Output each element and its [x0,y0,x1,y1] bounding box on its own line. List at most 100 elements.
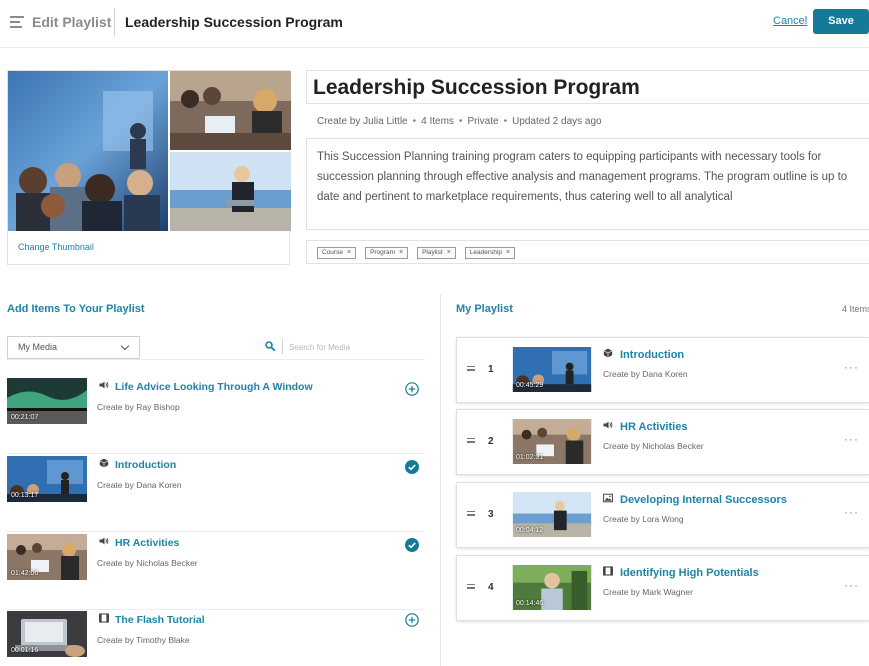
playlist-item-author: Create by Nicholas Becker [603,441,704,451]
media-duration: 01:02:31 [516,454,544,461]
edit-playlist-label: Edit Playlist [32,14,112,30]
list-item[interactable]: 00:01:16 The Flash Tutorial Create by Ti… [7,611,425,666]
tag-chip: Playlist × [417,247,456,259]
media-thumbnail: 00:14:46 [512,565,592,610]
remove-tag-icon[interactable]: × [347,248,351,258]
more-options-icon[interactable]: ··· [844,505,859,519]
playlist-item[interactable]: 1 00:45:29 Introduction Create by Dana K… [456,337,869,403]
media-title-text: Introduction [115,458,177,471]
media-source-select[interactable]: My Media [7,336,140,359]
film-icon [99,613,109,626]
tags-list: Course × Program × Playlist × Leadership × [317,247,516,259]
tag-chip: Leadership × [464,247,516,259]
tag-chip: Course × [317,247,357,259]
media-duration: 00:21:07 [11,414,39,421]
add-circle-icon[interactable] [405,613,419,627]
media-thumbnail: 00:04:12 [512,492,592,537]
column-divider [440,294,441,666]
media-duration: 00:14:46 [516,600,544,607]
tag-label: Program [370,249,395,256]
media-author: Create by Dana Koren [97,480,182,490]
meta-dot: • [503,116,508,127]
remove-tag-icon[interactable]: × [399,248,403,258]
playlist-title: Leadership Succession Program [313,76,640,99]
media-title-text: The Flash Tutorial [115,613,205,626]
search-icon[interactable] [265,341,275,351]
playlist-title-field[interactable]: Leadership Succession Program [306,70,869,104]
media-title-text: HR Activities [115,536,180,549]
playlist-item[interactable]: 2 01:02:31 HR Activities Create by Nicho… [456,409,869,475]
media-author: Create by Timothy Blake [97,635,190,645]
media-source-value: My Media [18,342,58,352]
drag-handle-icon[interactable] [467,511,475,517]
drag-handle-icon[interactable] [467,584,475,590]
header-title: Leadership Succession Program [125,14,343,30]
audio-icon [603,420,613,433]
remove-tag-icon[interactable]: × [506,248,510,258]
media-title[interactable]: Life Advice Looking Through A Window [99,380,313,393]
menu-icon[interactable] [10,16,24,28]
meta-dot: • [412,116,417,127]
more-options-icon[interactable]: ··· [844,360,859,374]
more-options-icon[interactable]: ··· [844,432,859,446]
tag-label: Course [322,249,343,256]
meta-items: 4 Items [421,116,454,127]
playlist-item[interactable]: 3 00:04:12 Developing Internal Successor… [456,482,869,548]
media-thumbnail: 01:42:06 [7,534,87,580]
playlist-item-title[interactable]: HR Activities [603,420,687,433]
media-title[interactable]: HR Activities [99,536,179,549]
playlist-item-count: 4 Items [842,304,869,314]
audio-icon [99,536,109,549]
search-underline [7,359,425,360]
playlist-item-title[interactable]: Introduction [603,348,684,361]
tags-field[interactable]: Course × Program × Playlist × Leadership × [306,240,869,264]
search-input[interactable] [289,339,425,355]
media-title[interactable]: The Flash Tutorial [99,613,205,626]
meta-visibility: Private [467,116,499,127]
drag-handle-icon[interactable] [467,438,475,444]
media-thumbnail: 00:01:16 [7,611,87,657]
more-options-icon[interactable]: ··· [844,578,859,592]
playlist-item-author: Create by Dana Koren [603,369,688,379]
playlist-item-author: Create by Mark Wagner [603,587,693,597]
playlist-item-title-text: Introduction [620,348,685,361]
drag-handle-icon[interactable] [467,366,475,372]
chevron-down-icon [120,341,130,351]
audio-icon [99,380,109,393]
playlist-item-title[interactable]: Identifying High Potentials [603,566,759,579]
check-icon[interactable] [405,460,419,474]
image-icon [603,493,613,506]
media-author: Create by Ray Bishop [97,402,180,412]
list-item[interactable]: 00:21:07 Life Advice Looking Through A W… [7,378,425,454]
playlist-item-number: 2 [488,436,494,447]
media-thumbnail: 00:21:07 [7,378,87,424]
my-playlist-heading: My Playlist [456,303,513,315]
video-icon [603,348,613,361]
list-item[interactable]: 00:13:17 Introduction Create by Dana Kor… [7,456,425,532]
check-icon[interactable] [405,538,419,552]
playlist-item-number: 4 [488,582,494,593]
cancel-link[interactable]: Cancel [773,15,807,27]
media-duration: 00:13:17 [11,492,39,499]
thumbnail-small-image-1 [170,71,291,150]
meta-updated: Updated 2 days ago [512,116,602,127]
top-bar: Edit Playlist Leadership Succession Prog… [0,0,869,48]
media-thumbnail: 01:02:31 [512,419,592,464]
media-duration: 00:01:16 [11,647,39,654]
media-thumbnail: 00:13:17 [7,456,87,502]
playlist-item[interactable]: 4 00:14:46 Identifying High Potentials C… [456,555,869,621]
playlist-item-title[interactable]: Developing Internal Successors [603,493,787,506]
media-duration: 01:42:06 [11,570,39,577]
remove-tag-icon[interactable]: × [447,248,451,258]
playlist-item-author: Create by Lora Wong [603,514,684,524]
playlist-item-title-text: Developing Internal Successors [620,493,787,506]
save-button[interactable]: Save [813,9,869,34]
list-item[interactable]: 01:42:06 HR Activities Create by Nichola… [7,534,425,610]
change-thumbnail-link[interactable]: Change Thumbnail [18,242,94,252]
playlist-item-number: 3 [488,509,494,520]
film-icon [603,566,613,579]
add-circle-icon[interactable] [405,382,419,396]
description-field[interactable]: This Succession Planning training progra… [306,138,869,230]
media-title[interactable]: Introduction [99,458,176,471]
media-duration: 00:04:12 [516,527,544,534]
